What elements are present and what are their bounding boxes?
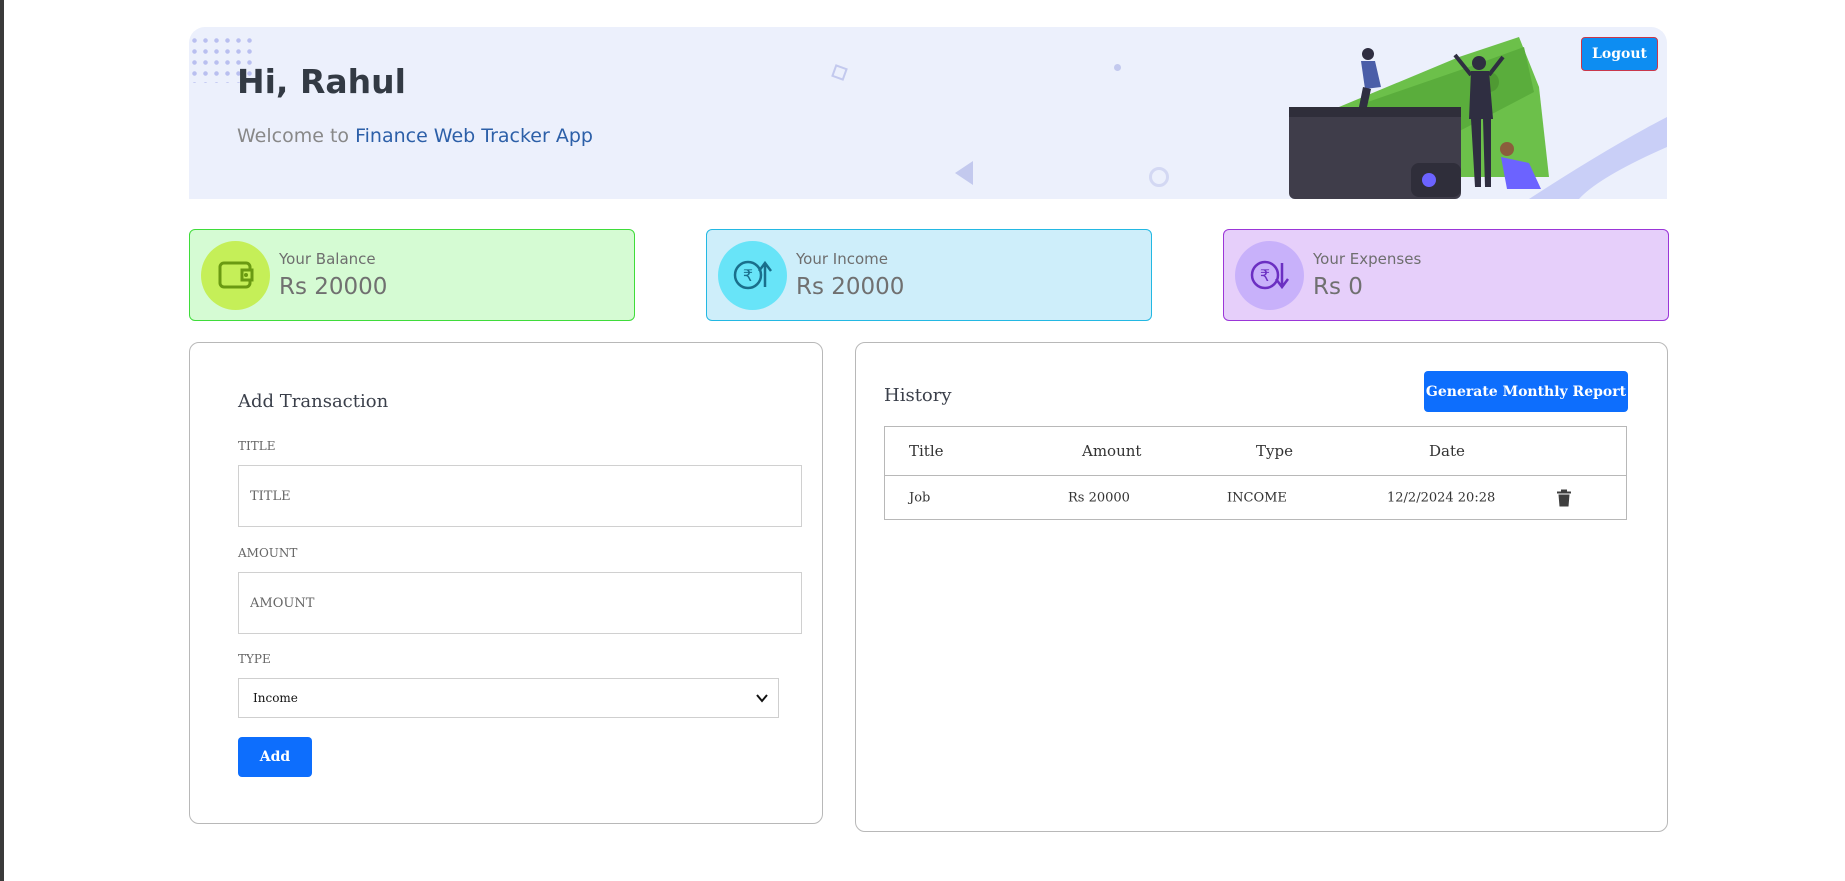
wallet-icon (218, 261, 253, 289)
logout-button[interactable]: Logout (1581, 37, 1658, 71)
history-title: History (884, 385, 952, 406)
dot-decoration (1114, 64, 1121, 71)
column-header-amount: Amount (1082, 442, 1142, 460)
ring-decoration (1149, 167, 1169, 187)
welcome-banner: Hi, Rahul Welcome to Finance Web Tracker… (189, 27, 1667, 199)
history-table: Title Amount Type Date Job Rs 20000 INCO… (884, 426, 1627, 520)
income-value: Rs 20000 (796, 274, 905, 300)
type-selected-value: Income (253, 691, 298, 705)
column-header-type: Type (1256, 442, 1293, 460)
rupee-down-icon: ₹ (1250, 260, 1289, 290)
column-header-date: Date (1429, 442, 1465, 460)
welcome-prefix: Welcome to (237, 125, 356, 147)
row-amount: Rs 20000 (1068, 490, 1130, 505)
triangle-decoration (955, 161, 973, 185)
expenses-value: Rs 0 (1313, 274, 1363, 300)
balance-value: Rs 20000 (279, 274, 388, 300)
square-decoration (831, 64, 848, 81)
history-panel: History Generate Monthly Report Title Am… (855, 342, 1668, 832)
income-card: ₹ Your Income Rs 20000 (706, 229, 1152, 321)
income-icon-circle: ₹ (718, 240, 787, 310)
expenses-icon-circle: ₹ (1235, 240, 1304, 310)
type-field-label: TYPE (238, 652, 271, 666)
app-name: Finance Web Tracker App (355, 125, 593, 147)
add-button[interactable]: Add (238, 737, 312, 777)
amount-input[interactable] (238, 572, 802, 634)
row-date: 12/2/2024 20:28 (1387, 490, 1496, 505)
table-header: Title Amount Type Date (885, 427, 1626, 476)
table-row: Job Rs 20000 INCOME 12/2/2024 20:28 (885, 476, 1626, 519)
row-title: Job (909, 490, 931, 505)
row-type: INCOME (1227, 490, 1287, 505)
rupee-up-icon: ₹ (733, 260, 772, 290)
svg-text:₹: ₹ (1259, 266, 1269, 285)
income-label: Your Income (796, 250, 888, 268)
generate-report-button[interactable]: Generate Monthly Report (1424, 371, 1628, 412)
balance-icon-circle (201, 240, 270, 310)
title-field-label: TITLE (238, 439, 276, 453)
trash-icon[interactable] (1557, 489, 1571, 506)
welcome-text: Welcome to Finance Web Tracker App (237, 125, 593, 147)
greeting-heading: Hi, Rahul (237, 62, 406, 101)
add-transaction-title: Add Transaction (238, 391, 389, 412)
balance-label: Your Balance (279, 250, 376, 268)
type-select[interactable]: Income (238, 678, 779, 718)
svg-text:₹: ₹ (742, 266, 752, 285)
add-transaction-panel: Add Transaction TITLE AMOUNT TYPE Income… (189, 342, 823, 824)
column-header-title: Title (909, 442, 944, 460)
balance-card: Your Balance Rs 20000 (189, 229, 635, 321)
expenses-label: Your Expenses (1313, 250, 1422, 268)
title-input[interactable] (238, 465, 802, 527)
amount-field-label: AMOUNT (238, 546, 298, 560)
window-edge (0, 0, 4, 881)
expenses-card: ₹ Your Expenses Rs 0 (1223, 229, 1669, 321)
chevron-down-icon (756, 694, 768, 703)
